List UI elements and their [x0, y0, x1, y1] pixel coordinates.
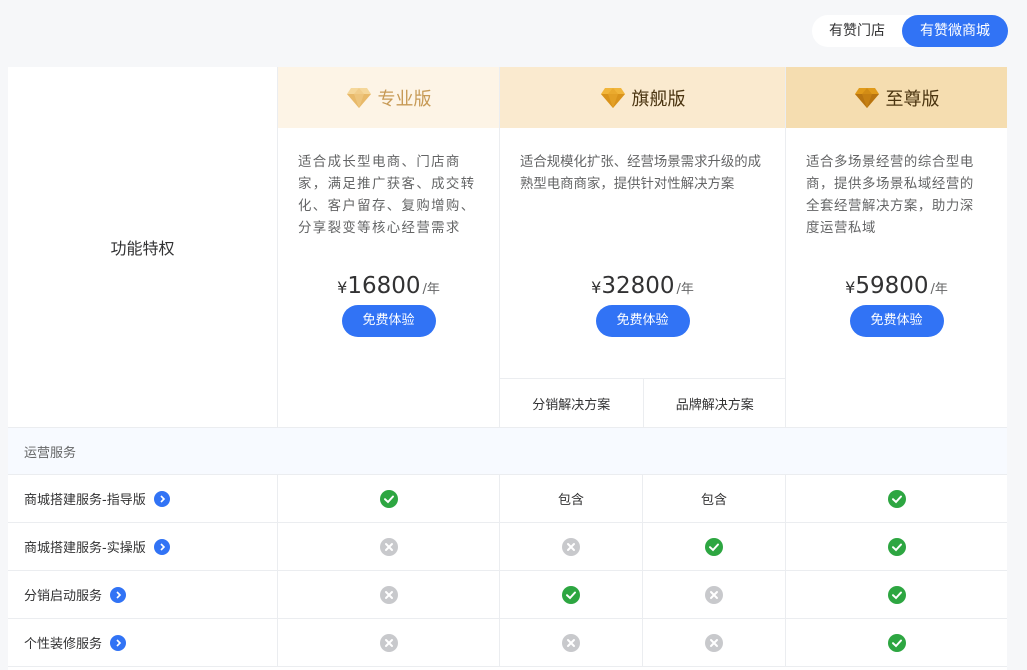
diamond-icon	[854, 87, 879, 108]
plan-cell	[643, 523, 786, 570]
plan-flagship: 旗舰版 适合规模化扩张、经营场景需求升级的成熟型电商商家，提供针对性解决方案 ¥…	[500, 67, 786, 427]
pricing-header: 功能特权 专业版 适合成长型电商、门店商家，满足推广获客、成交转化、客户留存、复…	[8, 67, 1007, 427]
cross-icon	[379, 585, 398, 604]
plan-description: 适合多场景经营的综合型电商，提供多场景私域经营的全套经营解决方案，助力深度运营私…	[806, 155, 974, 236]
plan-cell	[786, 523, 1007, 570]
check-icon	[887, 585, 906, 604]
included-label: 包含	[557, 493, 584, 508]
plan-ultimate: 至尊版 适合多场景经营的综合型电商，提供多场景私域经营的全套经营解决方案，助力深…	[786, 67, 1007, 427]
free-trial-button-ultimate[interactable]: 免费体验	[849, 305, 944, 337]
plan-cell	[500, 523, 643, 570]
free-trial-button-flagship[interactable]: 免费体验	[595, 305, 690, 337]
plan-description: 适合规模化扩张、经营场景需求升级的成熟型电商商家，提供针对性解决方案	[520, 155, 762, 192]
plan-price: ¥32800/年	[500, 270, 785, 302]
section-title: 运营服务	[8, 427, 1007, 475]
diamond-icon	[600, 87, 625, 108]
price-amount: 16800	[347, 273, 421, 299]
plan-pro: 专业版 适合成长型电商、门店商家，满足推广获客、成交转化、客户留存、复购增购、分…	[278, 67, 500, 427]
plan-price: ¥16800/年	[278, 270, 499, 302]
tab-distribution-solution[interactable]: 分销解决方案	[500, 379, 643, 427]
price-unit: /年	[422, 282, 440, 297]
plan-description: 适合成长型电商、门店商家，满足推广获客、成交转化、客户留存、复购增购、分享裂变等…	[298, 155, 476, 236]
cross-icon	[562, 633, 580, 652]
table-row: 商城搭建服务-指导版 包含 包含	[8, 475, 1007, 523]
plan-cell	[278, 619, 500, 666]
cross-icon	[705, 633, 723, 652]
pricing-table: 功能特权 专业版 适合成长型电商、门店商家，满足推广获客、成交转化、客户留存、复…	[8, 67, 1007, 670]
table-row: 商城搭建服务-实操版	[8, 523, 1007, 571]
cross-icon	[379, 537, 398, 556]
price-amount: 32800	[601, 273, 675, 299]
feature-name-cell: 商城搭建服务-实操版	[8, 523, 278, 570]
plan-cell	[278, 475, 500, 522]
plan-head: 旗舰版	[500, 67, 785, 128]
price-currency: ¥	[845, 278, 856, 297]
plan-cell	[643, 619, 786, 666]
plan-cell	[786, 619, 1007, 666]
plan-name: 至尊版	[885, 88, 940, 110]
plan-name: 旗舰版	[631, 88, 686, 110]
plan-cell	[786, 571, 1007, 618]
check-icon	[705, 537, 723, 556]
toggle-option-mall[interactable]: 有赞微商城	[902, 15, 1008, 47]
included-label: 包含	[700, 493, 727, 508]
price-currency: ¥	[591, 278, 602, 297]
plan-name: 专业版	[377, 88, 432, 110]
plan-cell	[786, 475, 1007, 522]
cross-icon	[562, 537, 580, 556]
feature-name: 分销启动服务	[24, 589, 103, 604]
feature-name-cell: 分销启动服务	[8, 571, 278, 618]
solution-tabs: 分销解决方案 品牌解决方案	[500, 378, 786, 427]
check-icon	[887, 489, 906, 508]
price-currency: ¥	[337, 278, 348, 297]
plan-cell	[500, 619, 643, 666]
feature-name-cell: 个性装修服务	[8, 619, 278, 666]
check-icon	[887, 537, 906, 556]
plan-cell	[500, 571, 643, 618]
feature-name: 个性装修服务	[24, 637, 103, 652]
tab-brand-solution[interactable]: 品牌解决方案	[642, 379, 787, 427]
arrow-right-icon[interactable]	[110, 634, 127, 651]
check-icon	[379, 489, 398, 508]
plan-cell: 包含	[500, 475, 643, 522]
free-trial-button-pro[interactable]: 免费体验	[341, 305, 436, 337]
check-icon	[562, 585, 580, 604]
table-row: 分销启动服务	[8, 571, 1007, 619]
arrow-right-icon[interactable]	[153, 538, 170, 555]
cross-icon	[379, 633, 398, 652]
table-row: 个性装修服务	[8, 619, 1007, 667]
diamond-icon	[346, 87, 371, 108]
feature-name-cell: 商城搭建服务-指导版	[8, 475, 278, 522]
plan-cell	[643, 571, 786, 618]
product-toggle: 有赞门店 有赞微商城	[812, 15, 1008, 47]
arrow-right-icon[interactable]	[153, 490, 170, 507]
price-unit: /年	[676, 282, 694, 297]
plan-price: ¥59800/年	[786, 270, 1007, 302]
feature-rows: 商城搭建服务-指导版 包含 包含 商城搭建服务-实操版 分销启动服务 个性装修服…	[8, 475, 1007, 667]
plan-head: 至尊版	[786, 67, 1007, 128]
plan-cell	[278, 571, 500, 618]
plan-cell: 包含	[643, 475, 786, 522]
price-unit: /年	[930, 282, 948, 297]
feature-name: 商城搭建服务-实操版	[24, 541, 146, 556]
plan-head: 专业版	[278, 67, 499, 128]
cross-icon	[705, 585, 723, 604]
price-amount: 59800	[855, 273, 929, 299]
check-icon	[887, 633, 906, 652]
feature-column-header: 功能特权	[8, 67, 278, 427]
plan-cell	[278, 523, 500, 570]
arrow-right-icon[interactable]	[110, 586, 127, 603]
toggle-option-store[interactable]: 有赞门店	[812, 15, 902, 47]
feature-name: 商城搭建服务-指导版	[24, 493, 146, 508]
